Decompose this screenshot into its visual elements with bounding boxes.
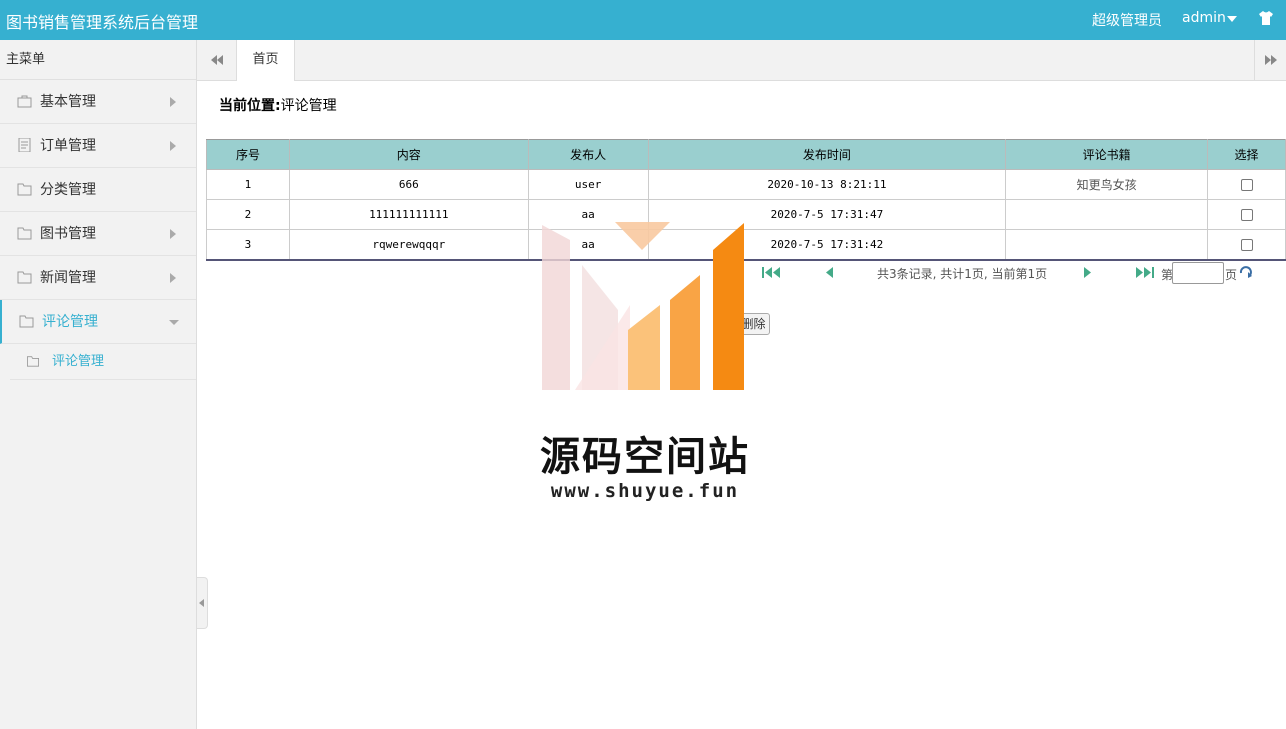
cell-content: rqwerewqqqr <box>288 229 529 261</box>
tab-scroll-right-button[interactable] <box>1254 40 1286 80</box>
cell-select <box>1207 199 1286 230</box>
cell-content: 666 <box>288 169 529 200</box>
table-header-row: 序号 内容 发布人 发布时间 评论书籍 选择 <box>206 139 1286 170</box>
user-menu[interactable]: admin <box>1182 10 1226 26</box>
double-right-arrow-icon <box>1265 55 1277 65</box>
cell-author: user <box>527 169 649 200</box>
cell-no: 3 <box>206 229 290 261</box>
sidebar-head: 主菜单 <box>0 40 196 80</box>
app-title: 图书销售管理系统后台管理 <box>6 13 199 32</box>
sidebar-item-label: 基本管理 <box>40 94 96 110</box>
bag-icon <box>17 95 32 108</box>
cell-no: 1 <box>206 169 290 200</box>
sidebar-item-news[interactable]: 新闻管理 <box>0 256 196 300</box>
breadcrumb-prefix: 当前位置: <box>219 98 281 114</box>
cell-no: 2 <box>206 199 290 230</box>
folder-icon <box>26 356 39 367</box>
row-checkbox[interactable] <box>1240 179 1253 191</box>
sidebar-item-categories[interactable]: 分类管理 <box>0 168 196 212</box>
chevron-right-icon <box>170 97 176 107</box>
folder-icon <box>17 227 32 240</box>
sidebar: 主菜单 基本管理 订单管理 分类管理 图书管理 新闻管理 评论管理 评论管理 <box>0 40 197 729</box>
folder-icon <box>17 271 32 284</box>
double-left-arrow-icon <box>211 55 223 65</box>
sidebar-item-books[interactable]: 图书管理 <box>0 212 196 256</box>
document-icon <box>18 138 31 152</box>
chevron-right-icon <box>170 141 176 151</box>
sidebar-item-comments[interactable]: 评论管理 <box>0 300 196 344</box>
user-role: 超级管理员 <box>1092 13 1162 29</box>
cell-book <box>1005 199 1209 230</box>
prev-page-icon[interactable] <box>825 267 835 278</box>
column-header: 评论书籍 <box>1005 139 1209 170</box>
folder-icon <box>19 315 34 328</box>
folder-icon <box>17 183 32 196</box>
first-page-icon[interactable] <box>762 267 782 278</box>
chevron-right-icon <box>170 273 176 283</box>
row-checkbox[interactable] <box>1240 238 1253 251</box>
sidebar-item-label: 评论管理 <box>42 314 98 330</box>
sidebar-item-label: 订单管理 <box>40 138 96 154</box>
sidebar-item-basic[interactable]: 基本管理 <box>0 80 196 124</box>
cell-time: 2020-10-13 8:21:11 <box>647 169 1007 200</box>
sidebar-item-label: 分类管理 <box>40 182 96 198</box>
column-header: 发布时间 <box>647 139 1007 170</box>
page-jump-input[interactable] <box>1172 262 1224 284</box>
table-row: 1 666 user 2020-10-13 8:21:11 知更鸟女孩 <box>206 169 1286 200</box>
cell-content: 111111111111 <box>288 199 529 230</box>
sidebar-item-label: 图书管理 <box>40 226 96 242</box>
top-bar: 图书销售管理系统后台管理 超级管理员 admin <box>0 0 1286 40</box>
sidebar-subitem-label: 评论管理 <box>52 354 105 369</box>
chevron-right-icon <box>170 229 176 239</box>
chevron-down-icon <box>169 320 179 325</box>
column-header: 内容 <box>288 139 529 170</box>
watermark-name: 源码空间站 <box>540 434 750 480</box>
next-page-icon[interactable] <box>1082 267 1092 278</box>
cell-select <box>1207 229 1286 261</box>
row-checkbox[interactable] <box>1240 209 1253 221</box>
sidebar-subitem-comments[interactable]: 评论管理 <box>10 344 196 380</box>
pagination-info: 共3条记录, 共计1页, 当前第1页 <box>877 267 1048 281</box>
sidebar-item-orders[interactable]: 订单管理 <box>0 124 196 168</box>
tab-bar: 首页 <box>197 40 1286 81</box>
shirt-icon[interactable] <box>1258 10 1274 26</box>
cell-book <box>1005 229 1209 261</box>
column-header: 发布人 <box>527 139 649 170</box>
breadcrumb: 当前位置:评论管理 <box>219 95 337 115</box>
sidebar-item-label: 新闻管理 <box>40 270 96 286</box>
tab-home[interactable]: 首页 <box>237 40 295 81</box>
column-header: 选择 <box>1207 139 1286 170</box>
last-page-icon[interactable] <box>1134 267 1154 278</box>
refresh-go-icon[interactable] <box>1238 265 1254 279</box>
breadcrumb-current: 评论管理 <box>280 98 337 114</box>
cell-select <box>1207 169 1286 200</box>
jump-label-post: 页 <box>1225 268 1238 282</box>
column-header: 序号 <box>206 139 290 170</box>
watermark-url: www.shuyue.fun <box>550 480 740 502</box>
cell-book: 知更鸟女孩 <box>1005 169 1209 200</box>
chevron-down-icon[interactable] <box>1227 16 1237 22</box>
tab-scroll-left-button[interactable] <box>197 40 237 80</box>
